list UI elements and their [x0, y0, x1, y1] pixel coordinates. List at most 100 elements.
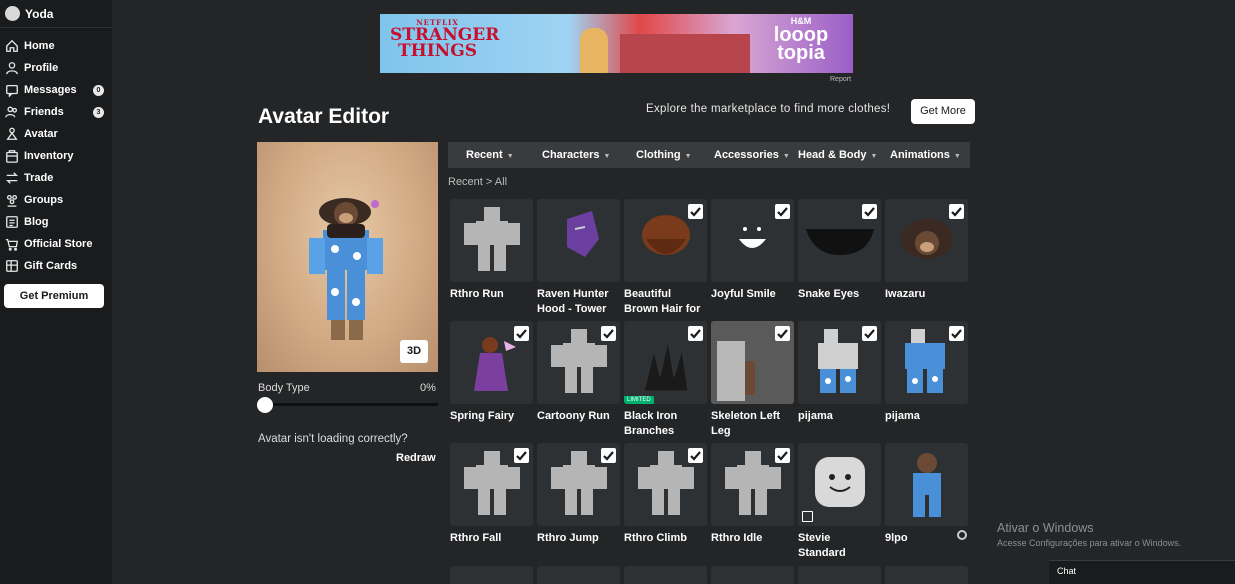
- page-title: Avatar Editor: [258, 105, 390, 128]
- tab-label: Accessories: [714, 149, 779, 161]
- avatar-item-card[interactable]: Rthro Climb: [624, 443, 707, 546]
- checkmark-icon[interactable]: [601, 448, 616, 463]
- sidebar-item-avatar[interactable]: Avatar: [0, 123, 112, 145]
- sidebar-item-messages[interactable]: Messages 0: [0, 79, 112, 101]
- tab-recent[interactable]: Recent ▼: [448, 142, 542, 168]
- item-thumbnail[interactable]: [537, 321, 620, 404]
- tab-head-body[interactable]: Head & Body ▼: [798, 142, 890, 168]
- checkmark-icon[interactable]: [514, 448, 529, 463]
- toggle-3d-button[interactable]: 3D: [400, 340, 428, 363]
- item-thumbnail[interactable]: [537, 443, 620, 526]
- sidebar-item-gift-cards[interactable]: Gift Cards: [0, 255, 112, 277]
- avatar-item-card[interactable]: Iwazaru: [885, 199, 968, 302]
- avatar-item-card[interactable]: Rthro Run: [450, 199, 533, 302]
- item-thumbnail[interactable]: [450, 443, 533, 526]
- item-thumbnail[interactable]: [711, 321, 794, 404]
- avatar-item-card[interactable]: Rthro Jump: [537, 443, 620, 546]
- item-thumbnail[interactable]: [624, 199, 707, 282]
- tab-label: Animations: [890, 149, 950, 161]
- checkmark-icon[interactable]: [862, 204, 877, 219]
- sidebar-item-home[interactable]: Home: [0, 35, 112, 57]
- item-thumbnail[interactable]: [885, 443, 968, 526]
- chat-bar[interactable]: Chat: [1049, 560, 1235, 584]
- item-thumbnail-partial[interactable]: [885, 566, 968, 584]
- avatar-item-card[interactable]: 9lpo: [885, 443, 968, 546]
- avatar-preview[interactable]: [257, 142, 438, 372]
- body-type-label: Body Type: [258, 382, 310, 394]
- avatar-item-card[interactable]: Stevie Standard: [798, 443, 881, 561]
- tab-clothing[interactable]: Clothing ▼: [636, 142, 714, 168]
- sidebar-item-official-store[interactable]: Official Store: [0, 233, 112, 255]
- messages-icon: [6, 84, 18, 97]
- avatar-item-card[interactable]: pijama: [885, 321, 968, 424]
- avatar-item-card[interactable]: Raven Hunter Hood - Tower: [537, 199, 620, 317]
- item-thumbnail[interactable]: [798, 321, 881, 404]
- get-premium-button[interactable]: Get Premium: [4, 284, 104, 308]
- avatar-item-card[interactable]: Skeleton Left Leg: [711, 321, 794, 439]
- store-icon: [5, 238, 19, 251]
- checkmark-icon[interactable]: [688, 326, 703, 341]
- tab-animations[interactable]: Animations ▼: [890, 142, 970, 168]
- avatar-item-card[interactable]: LIMITED Black Iron Branches: [624, 321, 707, 439]
- body-type-slider-track[interactable]: [262, 403, 438, 406]
- item-thumbnail[interactable]: [450, 321, 533, 404]
- item-thumbnail[interactable]: [885, 199, 968, 282]
- avatar-item-card[interactable]: Cartoony Run: [537, 321, 620, 424]
- avatar-item-card[interactable]: Beautiful Brown Hair for: [624, 199, 707, 317]
- avatar-item-card[interactable]: Snake Eyes: [798, 199, 881, 302]
- ad-banner[interactable]: NETFLIX STRANGER THINGS H&M looop topia: [380, 14, 853, 73]
- sidebar-item-groups[interactable]: Groups: [0, 189, 112, 211]
- bundle-icon: [802, 511, 813, 522]
- chevron-down-icon: ▼: [870, 153, 878, 160]
- item-thumbnail[interactable]: [711, 443, 794, 526]
- user-header[interactable]: Yoda: [0, 0, 112, 28]
- item-thumbnail-partial[interactable]: [537, 566, 620, 584]
- sidebar-item-friends[interactable]: Friends 3: [0, 101, 112, 123]
- item-thumbnail-partial[interactable]: [798, 566, 881, 584]
- body-type-value: 0%: [420, 382, 436, 394]
- checkmark-icon[interactable]: [688, 204, 703, 219]
- tab-characters[interactable]: Characters ▼: [542, 142, 636, 168]
- checkmark-icon[interactable]: [862, 326, 877, 341]
- checkmark-icon[interactable]: [949, 326, 964, 341]
- checkmark-icon[interactable]: [601, 326, 616, 341]
- checkmark-icon[interactable]: [949, 204, 964, 219]
- item-thumbnail[interactable]: [798, 199, 881, 282]
- redraw-link[interactable]: Redraw: [396, 452, 436, 464]
- avatar-item-card[interactable]: Rthro Idle: [711, 443, 794, 546]
- item-thumbnail[interactable]: [624, 443, 707, 526]
- ad-report-link[interactable]: Report: [830, 76, 851, 83]
- get-more-button[interactable]: Get More: [911, 99, 975, 124]
- avatar-item-card[interactable]: Joyful Smile: [711, 199, 794, 302]
- breadcrumb[interactable]: Recent > All: [448, 176, 507, 188]
- item-thumbnail-partial[interactable]: [450, 566, 533, 584]
- item-thumbnail[interactable]: [537, 199, 620, 282]
- avatar-item-card[interactable]: pijama: [798, 321, 881, 424]
- body-type-slider-handle[interactable]: [257, 397, 273, 413]
- checkmark-icon[interactable]: [775, 448, 790, 463]
- item-thumbnail-partial[interactable]: [711, 566, 794, 584]
- item-thumbnail-partial[interactable]: [624, 566, 707, 584]
- item-thumbnail[interactable]: [450, 199, 533, 282]
- item-thumbnail[interactable]: [711, 199, 794, 282]
- sidebar-item-trade[interactable]: Trade: [0, 167, 112, 189]
- sidebar-item-label: Avatar: [24, 128, 58, 140]
- sidebar-nav: Home Profile Messages 0 Friends 3 Avatar Invent…: [0, 35, 112, 277]
- checkmark-icon[interactable]: [688, 448, 703, 463]
- item-thumbnail[interactable]: [885, 321, 968, 404]
- sidebar-item-inventory[interactable]: Inventory: [0, 145, 112, 167]
- item-thumbnail[interactable]: [798, 443, 881, 526]
- sidebar-item-blog[interactable]: Blog: [0, 211, 112, 233]
- tab-label: Head & Body: [798, 149, 867, 161]
- sidebar-item-profile[interactable]: Profile: [0, 57, 112, 79]
- avatar-item-card[interactable]: Rthro Fall: [450, 443, 533, 546]
- tab-accessories[interactable]: Accessories ▼: [714, 142, 798, 168]
- checkmark-icon[interactable]: [514, 326, 529, 341]
- checkmark-icon[interactable]: [775, 326, 790, 341]
- item-name: Rthro Run: [450, 288, 504, 300]
- gear-icon[interactable]: [957, 530, 967, 540]
- item-thumbnail[interactable]: LIMITED: [624, 321, 707, 404]
- avatar-item-card[interactable]: Spring Fairy: [450, 321, 533, 424]
- sidebar-item-label: Official Store: [24, 238, 93, 250]
- checkmark-icon[interactable]: [775, 204, 790, 219]
